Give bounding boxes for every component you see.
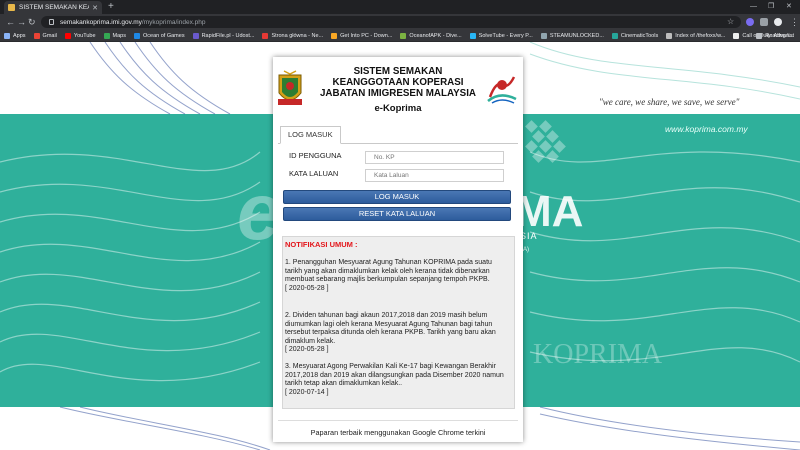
site-icon <box>192 32 199 39</box>
new-tab-icon[interactable]: + <box>108 1 114 13</box>
lock-icon <box>49 19 54 25</box>
back-icon[interactable]: ← <box>6 16 15 28</box>
notice-heading: NOTIFIKASI UMUM : <box>285 240 358 249</box>
youtube-icon <box>64 32 71 39</box>
background-watermark: KOPRIMA <box>533 339 663 370</box>
bookmark-star-icon[interactable]: ☆ <box>727 16 734 28</box>
reload-icon[interactable]: ↻ <box>28 16 36 28</box>
gmail-icon <box>33 32 40 39</box>
window-close-icon[interactable]: ✕ <box>786 1 792 13</box>
koprima-website-link[interactable]: www.koprima.com.my <box>665 124 748 134</box>
user-id-label: ID PENGGUNA <box>289 151 342 160</box>
site-icon <box>469 32 476 39</box>
folder-icon <box>666 32 673 39</box>
login-tabs: LOG MASUK <box>278 126 518 144</box>
notice-date: [ 2020-07-14 ] <box>285 388 329 396</box>
notice-item: 2. Dividen tahunan bagi akaun 2017,2018 … <box>285 312 509 355</box>
notice-item: 3. Mesyuarat Agong Perwakilan Kali Ke-17… <box>285 363 509 397</box>
bookmark-apps[interactable]: Apps <box>4 32 26 39</box>
footer-divider <box>278 420 518 421</box>
address-bar[interactable]: semakankoprima.imi.gov.my/mykoprima/inde… <box>41 16 741 28</box>
profile-avatar-icon[interactable] <box>774 18 782 26</box>
notice-date: [ 2020-05-28 ] <box>285 346 329 354</box>
restore-icon[interactable]: ❐ <box>768 1 774 13</box>
tab-title: SISTEM SEMAKAN KEANGGOTA... <box>19 4 89 11</box>
forward-icon[interactable]: → <box>17 16 26 28</box>
user-id-input[interactable] <box>365 151 504 164</box>
reading-list[interactable]: Reading list <box>756 30 794 42</box>
bookmark-solvetube[interactable]: SolveTube - Every P... <box>469 32 533 39</box>
panel-header: SISTEM SEMAKAN KEANGGOTAAN KOPERASI JABA… <box>273 57 523 122</box>
url-host: semakankoprima.imi.gov.my <box>60 18 142 26</box>
bookmark-getintopc[interactable]: Get Into PC - Down... <box>331 32 392 39</box>
bookmark-cinematictools[interactable]: CinematicTools <box>611 32 658 39</box>
notice-date: [ 2020-05-28 ] <box>285 284 329 292</box>
bookmarks-bar: Apps Gmail YouTube Maps Ocean of Games R… <box>0 30 800 42</box>
bookmark-ocean-of-games[interactable]: Ocean of Games <box>134 32 185 39</box>
site-icon <box>262 32 269 39</box>
bookmark-youtube[interactable]: YouTube <box>64 32 96 39</box>
password-input[interactable] <box>365 169 504 182</box>
bookmark-gmail[interactable]: Gmail <box>33 32 57 39</box>
site-favicon-icon <box>8 4 15 11</box>
extension-icon[interactable] <box>746 18 754 26</box>
page-title: SISTEM SEMAKAN KEANGGOTAAN KOPERASI JABA… <box>319 66 477 99</box>
login-panel: SISTEM SEMAKAN KEANGGOTAAN KOPERASI JABA… <box>273 57 523 442</box>
login-button[interactable]: LOG MASUK <box>283 190 511 204</box>
reading-list-icon <box>756 33 763 39</box>
background-logo-text: MA <box>515 187 584 236</box>
site-icon <box>540 32 547 39</box>
close-icon[interactable]: ✕ <box>92 4 98 12</box>
site-icon <box>611 32 618 39</box>
site-icon <box>134 32 140 39</box>
menu-kebab-icon[interactable]: ⋮ <box>790 16 799 28</box>
bookmark-strona[interactable]: Strona główna - Ne... <box>262 32 323 39</box>
bookmark-maps[interactable]: Maps <box>103 32 126 39</box>
tab-log-masuk[interactable]: LOG MASUK <box>280 126 341 144</box>
browser-toolbar: ← → ↻ semakankoprima.imi.gov.my/mykoprim… <box>0 14 800 30</box>
minimize-icon[interactable]: — <box>750 1 757 13</box>
apps-grid-icon <box>4 32 10 39</box>
site-icon <box>331 32 338 39</box>
bookmark-steamunlocked[interactable]: STEAMUNLOCKED... <box>540 32 604 39</box>
page-subtitle: e-Koprima <box>374 103 422 114</box>
puzzle-icon[interactable] <box>760 18 768 26</box>
tagline: "we care, we share, we save, we serve" <box>599 97 740 107</box>
password-label: KATA LALUAN <box>289 169 339 178</box>
bookmark-rapidfile[interactable]: RapidFile.pl - Udost... <box>192 32 254 39</box>
login-form: ID PENGGUNA KATA LALUAN LOG MASUK RESET … <box>282 151 516 229</box>
browser-tab-bar: SISTEM SEMAKAN KEANGGOTA... ✕ + — ❐ ✕ <box>0 0 800 14</box>
notice-board: NOTIFIKASI UMUM : 1. Penangguhan Mesyuar… <box>282 236 515 409</box>
site-icon <box>733 32 740 39</box>
koprima-logo <box>487 76 517 104</box>
maps-icon <box>103 32 110 39</box>
browser-recommendation: Paparan terbaik menggunakan Google Chrom… <box>310 428 486 437</box>
site-icon <box>400 32 407 39</box>
browser-tab[interactable]: SISTEM SEMAKAN KEANGGOTA... ✕ <box>4 1 102 14</box>
bookmark-oceanofapk[interactable]: OceanofAPK - Dive... <box>400 32 462 39</box>
reset-password-button[interactable]: RESET KATA LALUAN <box>283 207 511 221</box>
url-path: /mykoprima/index.php <box>141 18 206 26</box>
page-content: "we care, we share, we save, we serve" w… <box>0 42 800 450</box>
notice-item: 1. Penangguhan Mesyuarat Agung Tahunan K… <box>285 259 509 293</box>
bookmark-index-thefoxx[interactable]: Index of /thefoxx/w... <box>666 32 725 39</box>
